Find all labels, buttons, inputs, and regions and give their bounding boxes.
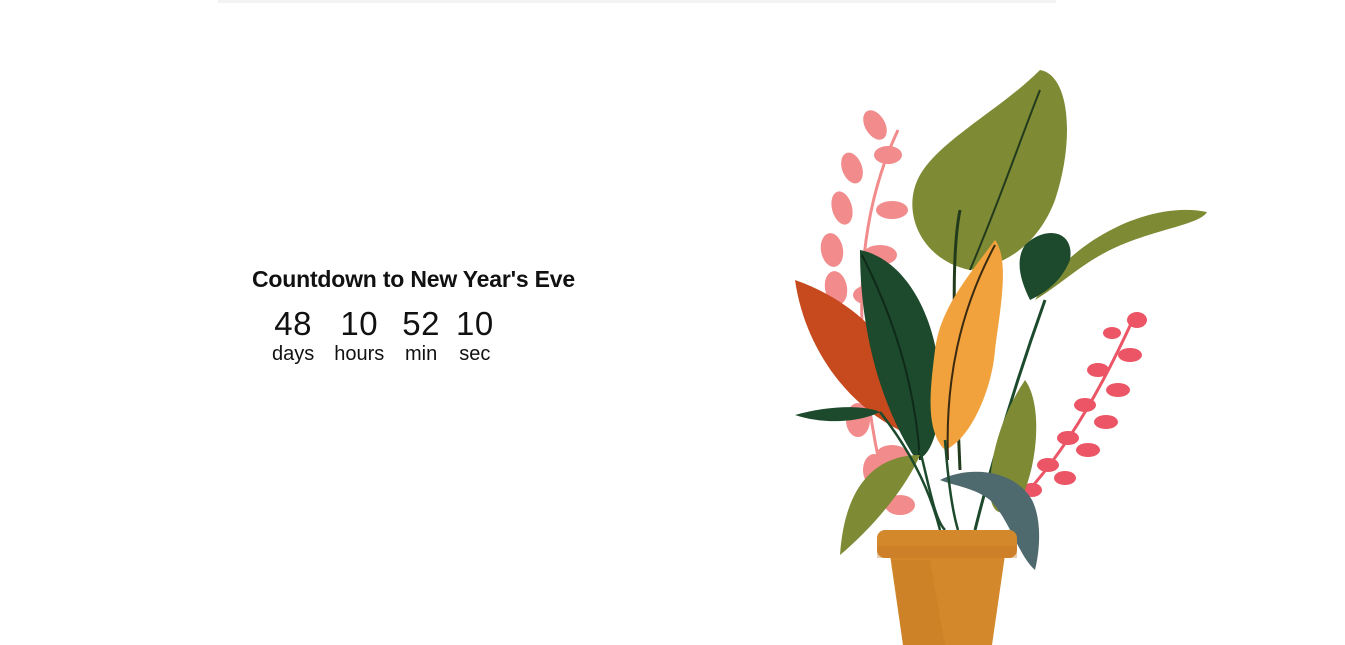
hours-value: 10 xyxy=(340,305,379,342)
minutes-label: min xyxy=(405,343,438,365)
days-label: days xyxy=(272,343,315,365)
countdown-widget: Countdown to New Year's Eve 48 days 10 h… xyxy=(252,264,632,366)
seconds-label: sec xyxy=(459,343,491,365)
countdown-hours: 10 hours xyxy=(334,307,384,366)
flower-pot xyxy=(877,530,1017,645)
potted-plant-illustration xyxy=(795,70,1207,645)
countdown-seconds: 10 sec xyxy=(456,307,494,366)
seconds-value: 10 xyxy=(456,305,494,342)
countdown-units: 48 days 10 hours 52 min 10 sec xyxy=(272,307,632,366)
days-value: 48 xyxy=(274,305,312,342)
top-divider xyxy=(218,0,1056,3)
countdown-title: Countdown to New Year's Eve xyxy=(252,266,575,292)
hours-label: hours xyxy=(334,343,385,365)
minutes-value: 52 xyxy=(402,305,440,342)
countdown-minutes: 52 min xyxy=(402,307,440,366)
orange-leaf xyxy=(930,240,1003,450)
countdown-days: 48 days xyxy=(272,307,314,366)
